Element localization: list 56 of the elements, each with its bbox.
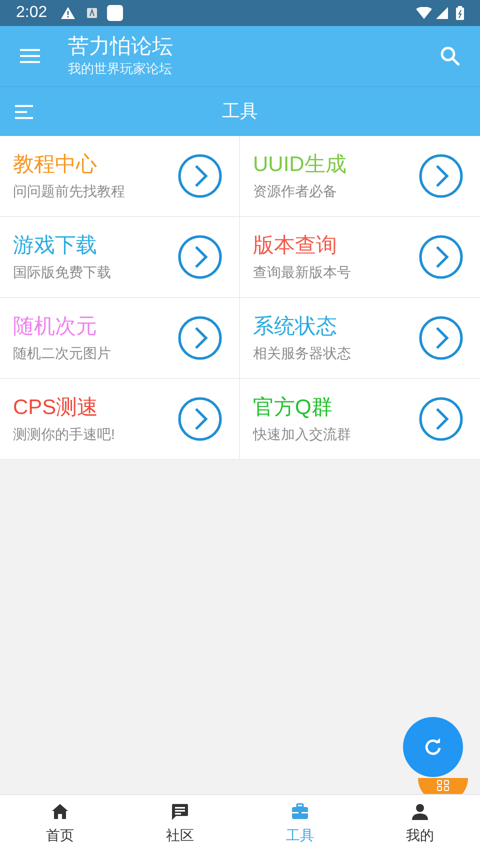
tool-subtitle: 随机二次元图片: [13, 344, 112, 363]
warning-icon: [61, 7, 76, 19]
chevron-circle-icon: [419, 397, 463, 441]
menu-fab[interactable]: [418, 778, 468, 794]
chevron-circle-icon: [178, 154, 222, 198]
tool-card[interactable]: UUID生成 资源作者必备: [240, 136, 480, 217]
tool-card[interactable]: 游戏下载 国际版免费下载: [0, 217, 240, 298]
tool-subtitle: 查询最新版本号: [253, 263, 352, 282]
chevron-circle-icon: [178, 397, 222, 441]
chevron-circle-icon: [178, 235, 222, 279]
home-icon: [51, 803, 69, 821]
menu-icon: [20, 49, 40, 63]
signal-icon: [436, 7, 448, 19]
tool-title: 游戏下载: [13, 233, 98, 259]
grid-icon: [437, 780, 449, 791]
tool-title: 教程中心: [13, 152, 98, 178]
notification-icon: [87, 8, 98, 18]
status-time: 2:02: [16, 3, 48, 23]
tool-card[interactable]: 版本查询 查询最新版本号: [240, 217, 480, 298]
toolbox-icon: [291, 803, 309, 821]
tool-title: 随机次元: [13, 314, 98, 340]
app-subtitle: 我的世界玩家论坛: [68, 60, 173, 78]
battery-icon: [456, 6, 464, 20]
tool-title: UUID生成: [253, 152, 348, 178]
tool-subtitle: 相关服务器状态: [253, 344, 352, 363]
tool-subtitle: 国际版免费下载: [13, 263, 112, 282]
section-title: 工具: [222, 100, 258, 123]
tool-subtitle: 资源作者必备: [253, 182, 338, 201]
tool-title: CPS测速: [13, 395, 100, 421]
tool-subtitle: 快速加入交流群: [253, 425, 352, 444]
search-icon: [440, 46, 460, 66]
chevron-circle-icon: [419, 154, 463, 198]
refresh-icon: [424, 738, 442, 756]
chevron-circle-icon: [419, 316, 463, 360]
chevron-circle-icon: [178, 316, 222, 360]
tool-card[interactable]: 官方Q群 快速加入交流群: [240, 379, 480, 460]
nav-tab[interactable]: 我的: [360, 795, 480, 854]
app-title: 苦力怕论坛: [68, 34, 174, 60]
app-icon: [107, 5, 124, 21]
tool-subtitle: 问问题前先找教程: [13, 182, 126, 201]
person-icon: [411, 803, 429, 821]
wifi-icon: [416, 7, 432, 19]
tool-card[interactable]: 随机次元 随机二次元图片: [0, 298, 240, 379]
nav-tab[interactable]: 社区: [120, 795, 240, 854]
tool-card[interactable]: 教程中心 问问题前先找教程: [0, 136, 240, 217]
tool-title: 官方Q群: [253, 395, 334, 421]
nav-tab[interactable]: 首页: [0, 795, 120, 854]
list-icon[interactable]: [15, 104, 33, 118]
chat-icon: [171, 803, 189, 821]
tool-subtitle: 测测你的手速吧!: [13, 425, 116, 444]
tool-card[interactable]: 系统状态 相关服务器状态: [240, 298, 480, 379]
tool-title: 系统状态: [253, 314, 338, 340]
tool-title: 版本查询: [253, 233, 338, 259]
chevron-circle-icon: [419, 235, 463, 279]
nav-tab[interactable]: 工具: [240, 795, 360, 854]
tool-card[interactable]: CPS测速 测测你的手速吧!: [0, 379, 240, 460]
